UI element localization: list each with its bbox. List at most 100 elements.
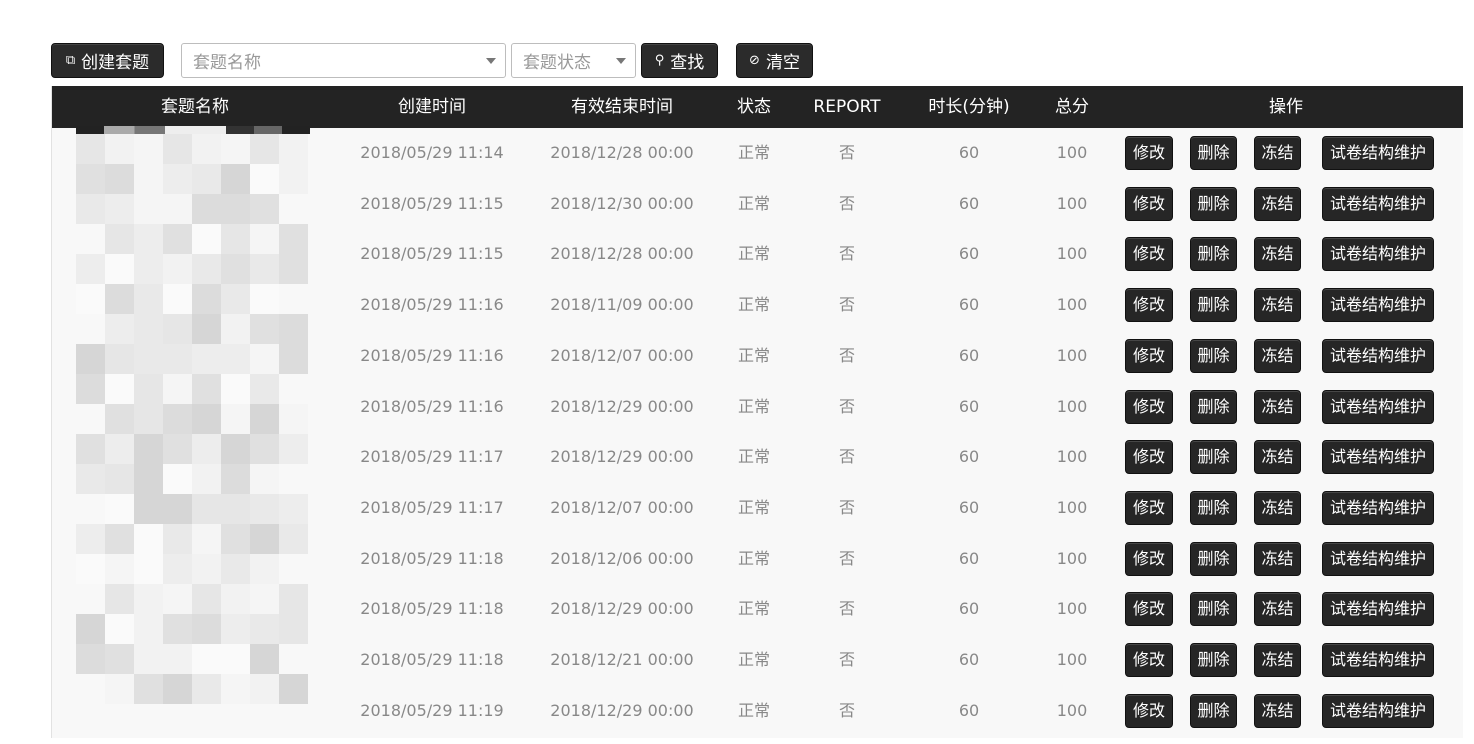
redaction-pixel (250, 254, 279, 284)
redaction-pixel (163, 674, 192, 704)
status-cell: 正常 (737, 700, 771, 720)
edit-button[interactable]: 修改 (1125, 440, 1173, 475)
delete-button[interactable]: 删除 (1190, 288, 1237, 323)
freeze-button[interactable]: 冻结 (1254, 541, 1301, 576)
created-time-cell: 2018/05/29 11:17 (360, 447, 504, 467)
redaction-pixel (134, 644, 163, 674)
maintain-structure-button[interactable]: 试卷结构维护 (1322, 592, 1434, 627)
redaction-pixel (105, 404, 134, 434)
search-button[interactable]: ⚲ 查找 (641, 43, 718, 78)
delete-button[interactable]: 删除 (1190, 338, 1237, 373)
freeze-button[interactable]: 冻结 (1254, 237, 1301, 272)
maintain-structure-button[interactable]: 试卷结构维护 (1322, 237, 1434, 272)
magnifier-icon: ⚲ (654, 53, 665, 68)
edit-button[interactable]: 修改 (1125, 136, 1173, 170)
edit-button[interactable]: 修改 (1125, 490, 1173, 525)
redaction-pixel (105, 644, 134, 674)
redaction-pixel (163, 314, 192, 344)
maintain-structure-button[interactable]: 试卷结构维护 (1322, 136, 1434, 170)
freeze-button[interactable]: 冻结 (1254, 490, 1301, 525)
maintain-structure-button[interactable]: 试卷结构维护 (1322, 541, 1434, 576)
redaction-pixel (250, 404, 279, 434)
redaction-pixel (192, 374, 221, 404)
maintain-structure-button[interactable]: 试卷结构维护 (1322, 389, 1434, 424)
delete-button[interactable]: 删除 (1190, 440, 1237, 475)
freeze-button[interactable]: 冻结 (1254, 592, 1301, 627)
end-time-cell: 2018/12/29 00:00 (550, 700, 694, 720)
edit-button[interactable]: 修改 (1125, 338, 1173, 373)
redaction-pixel (250, 344, 279, 374)
edit-button[interactable]: 修改 (1125, 186, 1173, 221)
set-status-select[interactable]: 套题状态 (511, 43, 636, 78)
maintain-structure-button[interactable]: 试卷结构维护 (1322, 338, 1434, 373)
edit-button[interactable]: 修改 (1125, 592, 1173, 627)
redaction-pixel (163, 194, 192, 224)
freeze-button[interactable]: 冻结 (1254, 136, 1301, 170)
redaction-pixel (134, 464, 163, 494)
delete-button[interactable]: 删除 (1190, 693, 1237, 728)
edit-button[interactable]: 修改 (1125, 288, 1173, 323)
report-cell: 否 (838, 650, 856, 669)
delete-button[interactable]: 删除 (1190, 237, 1237, 272)
edit-button[interactable]: 修改 (1125, 237, 1173, 272)
maintain-structure-button[interactable]: 试卷结构维护 (1322, 490, 1434, 525)
freeze-button[interactable]: 冻结 (1254, 389, 1301, 424)
create-set-label: 创建套题 (81, 53, 150, 73)
redaction-pixel (163, 524, 192, 554)
status-cell: 正常 (737, 295, 771, 315)
created-time-cell: 2018/05/29 11:15 (360, 193, 504, 213)
redaction-pixel (221, 554, 250, 584)
created-time-cell: 2018/05/29 11:15 (360, 244, 504, 264)
freeze-button[interactable]: 冻结 (1254, 338, 1301, 373)
redaction-pixel (76, 374, 105, 404)
redaction-pixel (163, 554, 192, 584)
delete-button[interactable]: 删除 (1190, 592, 1237, 627)
maintain-structure-button[interactable]: 试卷结构维护 (1322, 643, 1434, 677)
total-score-cell: 100 (1056, 700, 1088, 720)
freeze-button[interactable]: 冻结 (1254, 643, 1301, 677)
maintain-structure-button[interactable]: 试卷结构维护 (1322, 440, 1434, 475)
delete-button[interactable]: 删除 (1190, 389, 1237, 424)
redaction-pixel (221, 524, 250, 554)
redaction-pixel (134, 674, 163, 704)
maintain-structure-button[interactable]: 试卷结构维护 (1322, 693, 1434, 728)
status-cell: 正常 (737, 244, 771, 264)
redaction-pixel (192, 254, 221, 284)
redaction-pixel (105, 374, 134, 404)
redaction-pixel (134, 404, 163, 434)
delete-button[interactable]: 删除 (1190, 541, 1237, 576)
redaction-pixel (163, 644, 192, 674)
redaction-pixel (105, 434, 134, 464)
delete-button[interactable]: 删除 (1190, 643, 1237, 677)
created-time-cell: 2018/05/29 11:16 (360, 345, 504, 365)
redaction-pixel (221, 584, 250, 614)
total-score-cell: 100 (1056, 396, 1088, 416)
set-name-select[interactable]: 套题名称 (181, 43, 506, 78)
edit-button[interactable]: 修改 (1125, 541, 1173, 576)
created-time-cell: 2018/05/29 11:18 (360, 599, 504, 619)
clear-button[interactable]: ⊘ 清空 (736, 43, 813, 78)
delete-button[interactable]: 删除 (1190, 136, 1237, 170)
duration-cell: 60 (958, 143, 980, 162)
maintain-structure-button[interactable]: 试卷结构维护 (1322, 288, 1434, 323)
redaction-pixel (221, 284, 250, 314)
redaction-pixel (163, 494, 192, 524)
total-score-cell: 100 (1056, 599, 1088, 619)
redaction-pixel (76, 134, 105, 164)
freeze-button[interactable]: 冻结 (1254, 288, 1301, 323)
delete-button[interactable]: 删除 (1190, 186, 1237, 221)
freeze-button[interactable]: 冻结 (1254, 440, 1301, 475)
freeze-button[interactable]: 冻结 (1254, 693, 1301, 728)
freeze-button[interactable]: 冻结 (1254, 186, 1301, 221)
total-score-cell: 100 (1056, 143, 1088, 162)
edit-button[interactable]: 修改 (1125, 389, 1173, 424)
edit-button[interactable]: 修改 (1125, 693, 1173, 728)
maintain-structure-button[interactable]: 试卷结构维护 (1322, 186, 1434, 221)
redaction-pixel (250, 194, 279, 224)
duration-cell: 60 (958, 650, 980, 669)
total-score-cell: 100 (1056, 650, 1088, 669)
create-set-button[interactable]: ⧉ 创建套题 (51, 43, 164, 78)
delete-button[interactable]: 删除 (1190, 490, 1237, 525)
redaction-pixel (221, 194, 250, 224)
edit-button[interactable]: 修改 (1125, 643, 1173, 677)
